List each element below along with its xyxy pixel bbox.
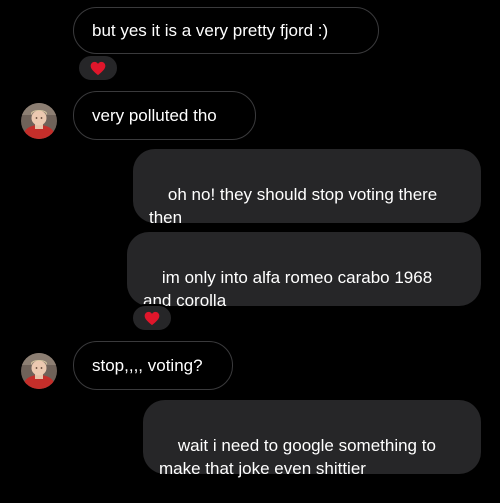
sent-message[interactable]: wait i need to google something to make …: [143, 400, 481, 478]
message-text: oh no! they should stop voting there the…: [149, 185, 442, 227]
message-text: wait i need to google something to make …: [159, 436, 441, 478]
heart-icon: [144, 311, 160, 325]
message-text: im only into alfa romeo carabo 1968 and …: [143, 268, 437, 310]
contact-avatar[interactable]: [21, 353, 57, 389]
sent-message[interactable]: oh no! they should stop voting there the…: [133, 149, 481, 227]
avatar-photo: [21, 103, 57, 139]
received-message[interactable]: very polluted tho: [73, 91, 256, 140]
sent-message[interactable]: im only into alfa romeo carabo 1968 and …: [127, 232, 481, 310]
message-text: stop,,,, voting?: [92, 356, 203, 375]
message-text: but yes it is a very pretty fjord :): [92, 21, 329, 40]
avatar-photo: [21, 353, 57, 389]
received-message[interactable]: stop,,,, voting?: [73, 341, 233, 390]
heart-reaction[interactable]: [131, 304, 173, 332]
message-text: very polluted tho: [92, 106, 217, 125]
received-message[interactable]: but yes it is a very pretty fjord :): [73, 7, 379, 54]
heart-reaction[interactable]: [77, 54, 119, 82]
heart-icon: [90, 61, 106, 75]
contact-avatar[interactable]: [21, 103, 57, 139]
